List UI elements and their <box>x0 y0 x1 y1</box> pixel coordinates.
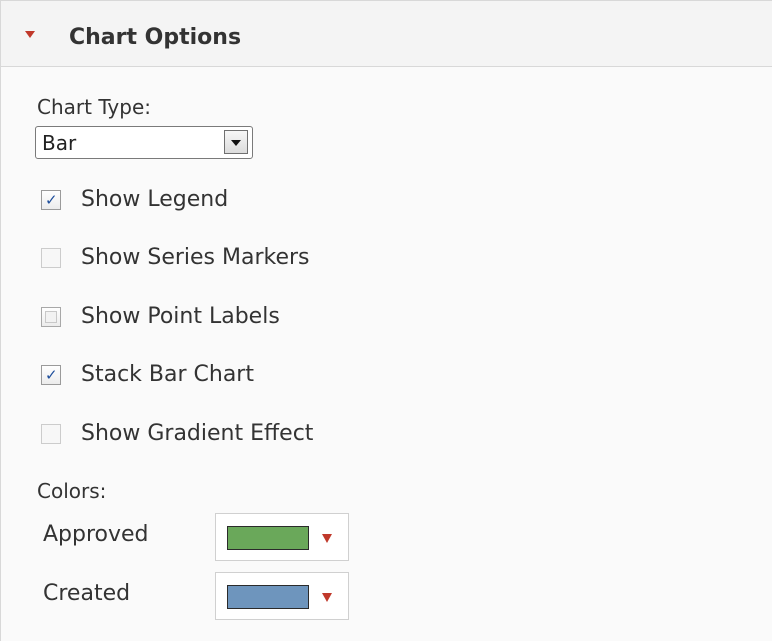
option-label: Show Series Markers <box>81 245 310 270</box>
show-gradient-effect-checkbox[interactable] <box>41 424 61 444</box>
color-swatch <box>227 526 309 550</box>
chart-type-label: Chart Type: <box>37 95 151 119</box>
checkmark-icon: ✓ <box>45 366 58 384</box>
option-label: Stack Bar Chart <box>81 362 254 387</box>
dropdown-caret-icon <box>322 534 332 543</box>
series-name-created: Created <box>43 581 131 606</box>
show-point-labels-checkbox[interactable] <box>41 307 61 327</box>
panel-title: Chart Options <box>69 25 242 50</box>
series-name-approved: Approved <box>43 522 149 547</box>
show-series-markers-checkbox[interactable] <box>41 248 61 268</box>
chart-type-value: Bar <box>42 131 77 155</box>
checkmark-icon: ✓ <box>45 191 58 209</box>
dropdown-button[interactable] <box>224 130 248 154</box>
approved-color-picker[interactable] <box>215 513 349 561</box>
stack-bar-chart-checkbox[interactable]: ✓ <box>41 365 61 385</box>
chart-options-panel: Chart Options Chart Type: Bar ✓ Show Leg… <box>0 0 772 641</box>
dropdown-caret-icon <box>322 593 332 602</box>
collapse-caret-icon[interactable] <box>25 31 35 38</box>
colors-label: Colors: <box>37 479 107 503</box>
chevron-down-icon <box>231 140 241 146</box>
color-swatch <box>227 585 309 609</box>
created-color-picker[interactable] <box>215 572 349 620</box>
option-label: Show Point Labels <box>81 304 280 329</box>
chart-type-select[interactable]: Bar <box>35 126 253 159</box>
option-label: Show Gradient Effect <box>81 421 314 446</box>
chart-options-header[interactable]: Chart Options <box>1 1 772 67</box>
option-label: Show Legend <box>81 187 229 212</box>
show-legend-checkbox[interactable]: ✓ <box>41 190 61 210</box>
checkbox-inner-box <box>45 311 57 323</box>
